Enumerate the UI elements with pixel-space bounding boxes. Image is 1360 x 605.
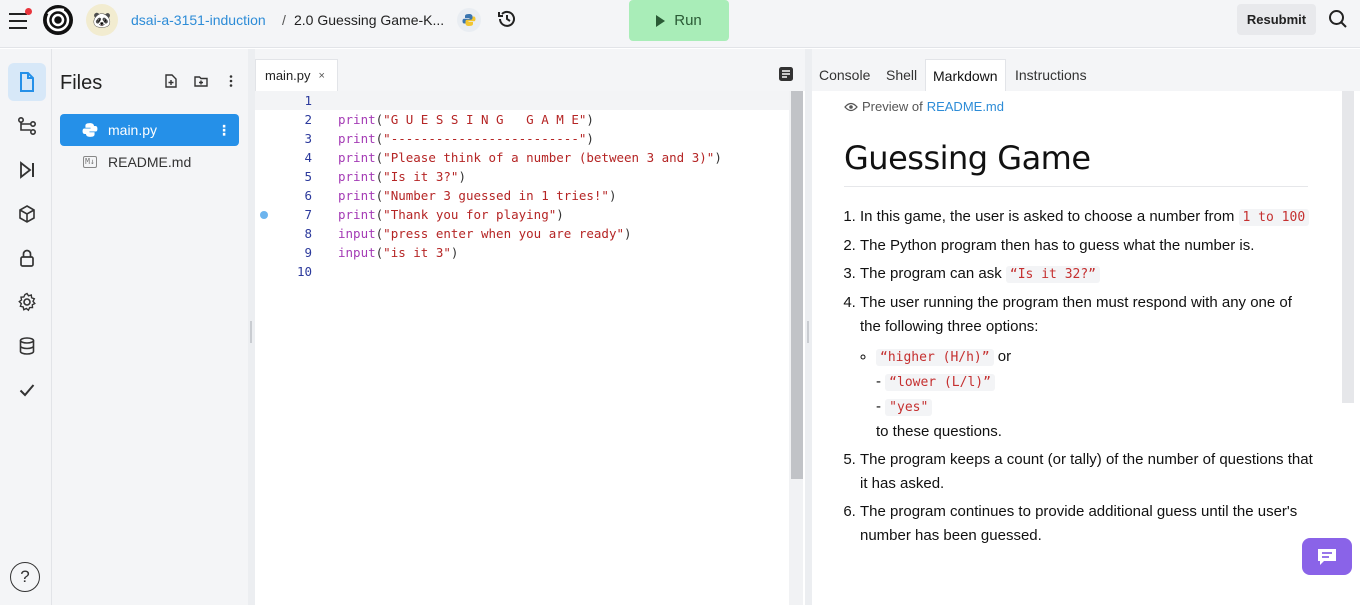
git-branch-icon [17, 116, 37, 136]
list-item: The user running the program then must r… [860, 291, 1314, 444]
step-forward-icon [20, 161, 34, 179]
list-item: The Python program then has to guess wha… [860, 234, 1314, 258]
files-tool[interactable] [8, 63, 46, 101]
file-options-icon[interactable]: ⋮ [217, 122, 231, 139]
code-line: 9 input("is it 3") [304, 245, 459, 260]
chat-button[interactable] [1302, 538, 1352, 575]
menu-icon[interactable] [9, 8, 32, 29]
code-line: 8 input("press enter when you are ready") [304, 226, 632, 241]
code-line: 3 print("-------------------------") [304, 131, 594, 146]
gear-icon [18, 292, 36, 312]
resubmit-button[interactable]: Resubmit [1237, 4, 1316, 35]
tab-console[interactable]: Console [812, 59, 877, 91]
scrollbar-thumb[interactable] [791, 91, 803, 479]
file-item-readme[interactable]: M↓ README.md [60, 146, 239, 178]
replit-logo-icon[interactable] [42, 4, 74, 36]
code-editor: main.py × 1 2 print("G U E S S I N G G A … [255, 49, 805, 605]
tab-label: main.py [265, 68, 311, 83]
outline-icon[interactable] [778, 66, 794, 82]
repl-owner-link[interactable]: dsai-a-3151-induction [131, 12, 266, 28]
editor-scrollbar[interactable] [789, 91, 803, 605]
top-bar: 🐼 dsai-a-3151-induction / 2.0 Guessing G… [0, 0, 1360, 48]
code-line: 4 print("Please think of a number (betwee… [304, 150, 722, 165]
avatar[interactable]: 🐼 [86, 4, 118, 36]
file-item-main-py[interactable]: main.py ⋮ [60, 114, 239, 146]
python-icon[interactable] [457, 8, 481, 32]
code-line: 6 print("Number 3 guessed in 1 tries!") [304, 188, 617, 203]
markdown-scrollbar[interactable] [1342, 91, 1354, 403]
editor-tab-bar: main.py × [255, 49, 805, 91]
package-icon [19, 205, 35, 223]
database-icon [19, 337, 35, 355]
markdown-heading: Guessing Game [844, 139, 1308, 187]
tab-markdown[interactable]: Markdown [925, 59, 1006, 91]
list-item: In this game, the user is asked to choos… [860, 205, 1314, 230]
file-icon [20, 72, 34, 92]
editor-resize-handle[interactable] [805, 49, 812, 605]
breadcrumb-separator: / [282, 12, 286, 28]
list-item: The program continues to provide additio… [860, 500, 1314, 548]
readme-link[interactable]: README.md [927, 99, 1004, 114]
markdown-icon: M↓ [83, 156, 97, 168]
debugger-tool[interactable] [8, 151, 46, 189]
new-file-icon[interactable] [164, 74, 178, 88]
tab-instructions[interactable]: Instructions [1008, 59, 1094, 91]
files-toolbar [164, 74, 238, 88]
tab-shell[interactable]: Shell [879, 59, 924, 91]
markdown-preview: Preview of README.md Guessing Game In th… [812, 91, 1360, 605]
file-name: README.md [108, 154, 192, 170]
tab-main-py[interactable]: main.py × [255, 59, 338, 91]
code-area[interactable]: 1 2 print("G U E S S I N G G A M E") 3 pri… [255, 91, 805, 605]
panel-resize-handle[interactable] [248, 49, 255, 605]
right-tab-bar: Console Shell Markdown Instructions [812, 49, 1360, 91]
code-line: 7 print("Thank you for playing") [255, 205, 789, 224]
markdown-body: In this game, the user is asked to choos… [844, 205, 1314, 552]
more-options-icon[interactable] [224, 74, 238, 88]
chat-icon [1318, 548, 1336, 565]
option-list-item: “higher (H/h)” or- “lower (L/l)”- "yes"t… [876, 345, 1314, 444]
code-line: 10 [296, 264, 312, 279]
code-line: 2 print("G U E S S I N G G A M E") [304, 112, 594, 127]
list-item: The program can ask “Is it 32?” [860, 262, 1314, 287]
close-icon[interactable]: × [319, 70, 325, 82]
run-button[interactable]: Run [629, 0, 729, 41]
play-icon [656, 14, 666, 27]
new-folder-icon[interactable] [194, 74, 208, 88]
help-button[interactable]: ? [10, 562, 40, 592]
lock-icon [20, 249, 34, 267]
file-name: main.py [108, 122, 158, 138]
files-title: Files [60, 72, 103, 94]
preview-label: Preview of README.md [844, 99, 1004, 114]
code-line: 1 [304, 93, 312, 108]
history-icon[interactable] [496, 8, 518, 30]
secrets-tool[interactable] [8, 239, 46, 277]
git-tool[interactable] [8, 107, 46, 145]
list-item: The program keeps a count (or tally) of … [860, 448, 1314, 496]
eye-icon [844, 102, 858, 111]
checkmark-icon [19, 384, 35, 397]
search-icon[interactable] [1328, 9, 1348, 29]
repl-title[interactable]: 2.0 Guessing Game-K... [294, 12, 444, 28]
run-label: Run [674, 12, 702, 29]
files-panel: Files main.py ⋮ M↓ README.md [52, 49, 248, 605]
right-pane: Console Shell Markdown Instructions Prev… [812, 49, 1360, 605]
python-file-icon [80, 122, 100, 138]
settings-tool[interactable] [8, 283, 46, 321]
database-tool[interactable] [8, 327, 46, 365]
tests-tool[interactable] [8, 371, 46, 409]
notification-dot [25, 8, 32, 15]
code-line: 5 print("Is it 3?") [304, 169, 466, 184]
activity-bar: ? [0, 49, 52, 605]
packages-tool[interactable] [8, 195, 46, 233]
